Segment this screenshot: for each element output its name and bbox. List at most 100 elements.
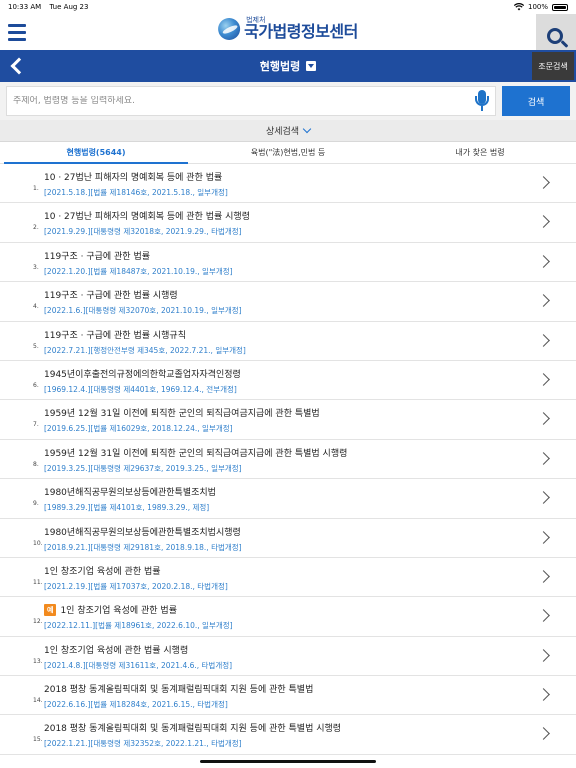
chevron-right-icon [537,412,550,426]
chevron-right-icon [537,727,550,741]
law-number: 4. [33,303,39,311]
chevron-right-icon [537,688,550,701]
law-number: 12. [33,618,43,626]
battery-icon [552,3,568,11]
chevron-right-icon [537,491,550,504]
law-meta: [2021.5.18.][법률 제18146호, 2021.5.18., 일부개… [44,188,228,197]
app-header: 법제처 국가법령정보센터 [0,14,576,60]
hamburger-icon-line [8,37,26,41]
law-title-row: 1959년 12월 31일 이전에 퇴직한 군인의 퇴직급여금지급에 관한 특별… [44,446,347,459]
status-bar: 10:33 AM Tue Aug 23 100% [0,0,576,14]
chevron-down-icon [302,124,312,134]
law-title-row: 2018 평창 동계올림픽대회 및 동계패럴림픽대회 지원 등에 관한 특별법 … [44,721,341,734]
page-title[interactable]: 현행법령 [260,58,300,74]
law-title: 1959년 12월 31일 이전에 퇴직한 군인의 퇴직급여금지급에 관한 특별… [44,409,320,420]
tab-current-laws[interactable]: 현행법령(5644) [0,142,192,164]
tab-six-codes[interactable]: 육법("法)현법,민법 등 [192,142,384,163]
law-number: 11. [33,578,43,586]
law-number: 10. [33,539,43,547]
law-title: 2018 평창 동계올림픽대회 및 동계패럴림픽대회 지원 등에 관한 특별법 [44,685,314,696]
law-list-item[interactable]: 11. 1인 창조기업 육성에 관한 법률 [2021.2.19.][법률 제170… [0,558,576,598]
law-list-item[interactable]: 7. 1959년 12월 31일 이전에 퇴직한 군인의 퇴직급여금지급에 관한 … [0,400,576,440]
law-title: 2018 평창 동계올림픽대회 및 동계패럴림픽대회 지원 등에 관한 특별법 … [44,724,342,735]
law-list-item[interactable]: 1. 10 · 27법난 피해자의 명예회복 등에 관한 법률 [2021.5.18… [0,164,576,204]
app-logo[interactable]: 법제처 국가법령정보센터 [218,17,358,40]
law-list-item[interactable]: 4. 119구조 · 구급에 관한 법률 시행령 [2022.1.6.][대통령령 … [0,282,576,322]
law-list-item[interactable]: 14. 2018 평창 동계올림픽대회 및 동계패럴림픽대회 지원 등에 관한 특… [0,676,576,716]
law-title-row: 119구조 · 구급에 관한 법률 [44,249,150,262]
law-list-item[interactable]: 6. 1945년이후출전의규정에의한학교졸업자자격인정령 [1969.12.4.][… [0,361,576,401]
law-number: 14. [33,697,43,705]
law-meta: [2022.12.11.][법률 제18961호, 2022.6.10., 일부… [44,621,233,631]
law-list-item[interactable]: 8. 1959년 12월 31일 이전에 퇴직한 군인의 퇴직급여금지급에 관한 … [0,440,576,480]
law-meta: [1969.12.4.][대통령령 제4401호, 1969.12.4., 전부… [44,384,237,394]
article-search-button[interactable]: 조문검색 [532,52,574,80]
law-title-row: 1980년해직공무원의보상등에관한특별조치법 [44,485,216,498]
law-list-item[interactable]: 10. 1980년해직공무원의보상등에관한특별조치법시행령 [2018.9.21.]… [0,519,576,558]
law-title: 1959년 12월 31일 이전에 퇴직한 군인의 퇴직급여금지급에 관한 특별… [44,448,348,459]
law-list-item[interactable]: 5. 119구조 · 구급에 관한 법률 시행규칙 [2022.7.21.][행정안… [0,322,576,361]
law-meta: [1989.3.29.][법률 제4101호, 1989.3.29., 제정] [44,503,210,513]
law-title-row: 1980년해직공무원의보상등에관한특별조치법시행령 [44,525,241,538]
home-indicator[interactable] [200,760,376,763]
law-title: 1945년이후출전의규정에의한학교졸업자자격인정령 [44,369,241,380]
law-meta: [2022.1.6.][대통령령 제32070호, 2021.10.19., 일… [44,306,242,316]
chevron-right-icon [537,294,550,308]
law-title: 1인 창조기업 육성에 관한 법률 [60,606,177,617]
chevron-right-icon [537,451,550,465]
law-list-item[interactable]: 12. 예 1인 창조기업 육성에 관한 법률 [2022.12.11.][법률 제1… [0,597,576,637]
chevron-right-icon [537,570,550,583]
title-dropdown-icon[interactable] [306,61,317,71]
law-list-item[interactable]: 15. 2018 평창 동계올림픽대회 및 동계패럴림픽대회 지원 등에 관한 특… [0,715,576,755]
law-list-item[interactable]: 13. 1인 창조기업 육성에 관한 법률 시행령 [2021.4.8.][대통령령… [0,637,576,677]
law-number: 6. [33,381,39,389]
law-meta: [2021.4.8.][대통령령 제31611호, 2021.4.6., 타법개… [44,660,233,670]
law-title-row: 1인 창조기업 육성에 관한 법률 [44,564,161,577]
chevron-right-icon [537,176,550,189]
law-title-row: 2018 평창 동계올림픽대회 및 동계패럴림픽대회 지원 등에 관한 특별법 [44,682,313,695]
scheduled-badge: 예 [44,603,57,616]
law-list-item[interactable]: 9. 1980년해직공무원의보상등에관한특별조치법 [1989.3.29.][법률 … [0,479,576,519]
law-meta: [2022.1.20.][법률 제18487호, 2021.10.19., 일부… [44,266,233,276]
law-title-row: 1인 창조기업 육성에 관한 법률 시행령 [44,643,188,656]
title-bar: 현행법령 조문검색 [0,50,576,82]
mic-arc [475,96,489,106]
menu-button[interactable] [0,15,34,49]
law-title: 1980년해직공무원의보상등에관한특별조치법 [44,488,216,499]
search-submit-button[interactable]: 검색 [502,86,570,116]
logo-emblem-icon [218,17,241,40]
law-meta: [2022.1.21.][대통령령 제32352호, 2022.1.21., 타… [44,739,242,749]
detail-search-toggle[interactable]: 상세검색 [0,120,576,142]
law-list-item[interactable]: 2. 10 · 27법난 피해자의 명예회복 등에 관한 법률 시행령 [2021.… [0,203,576,243]
law-title-row: 119구조 · 구급에 관한 법률 시행령 [44,288,178,301]
law-title: 1인 창조기업 육성에 관한 법률 [44,566,161,577]
chevron-right-icon [537,609,550,623]
law-number: 5. [33,342,39,350]
status-right: 100% [513,3,568,11]
microphone-icon[interactable] [475,90,489,112]
law-title-row: 1959년 12월 31일 이전에 퇴직한 군인의 퇴직급여금지급에 관한 특별… [44,406,320,419]
law-list: 1. 10 · 27법난 피해자의 명예회복 등에 관한 법률 [2021.5.18… [0,164,576,755]
law-meta: [2021.2.19.][법률 제17037호, 2020.2.18., 타법개… [44,581,228,591]
hamburger-icon-line [8,23,26,27]
logo-title: 국가법령정보센터 [244,22,358,41]
detail-search-label: 상세검색 [265,127,300,137]
search-input[interactable] [13,96,475,106]
status-time: 10:33 AM [8,3,42,11]
chevron-right-icon [537,530,550,544]
back-button[interactable] [8,57,26,75]
law-title: 10 · 27법난 피해자의 명예회복 등에 관한 법률 [44,173,223,183]
law-title-row: 1945년이후출전의규정에의한학교졸업자자격인정령 [44,367,241,380]
law-title: 119구조 · 구급에 관한 법률 시행령 [44,291,178,302]
mic-stem [481,106,483,111]
law-title-row: 119구조 · 구급에 관한 법률 시행규칙 [44,328,186,341]
law-number: 2. [33,224,39,232]
law-meta: [2018.9.21.][대통령령 제29181호, 2018.9.18., 타… [44,542,242,552]
law-title: 10 · 27법난 피해자의 명예회복 등에 관한 법률 시행령 [44,212,250,223]
law-number: 13. [33,657,43,665]
law-meta: [2019.3.25.][대통령령 제29637호, 2019.3.25., 일… [44,463,242,473]
tab-my-laws[interactable]: 내가 찾은 법령 [384,142,576,163]
chevron-right-icon [537,254,550,268]
law-list-item[interactable]: 3. 119구조 · 구급에 관한 법률 [2022.1.20.][법률 제1848… [0,243,576,283]
law-number: 7. [33,421,39,429]
